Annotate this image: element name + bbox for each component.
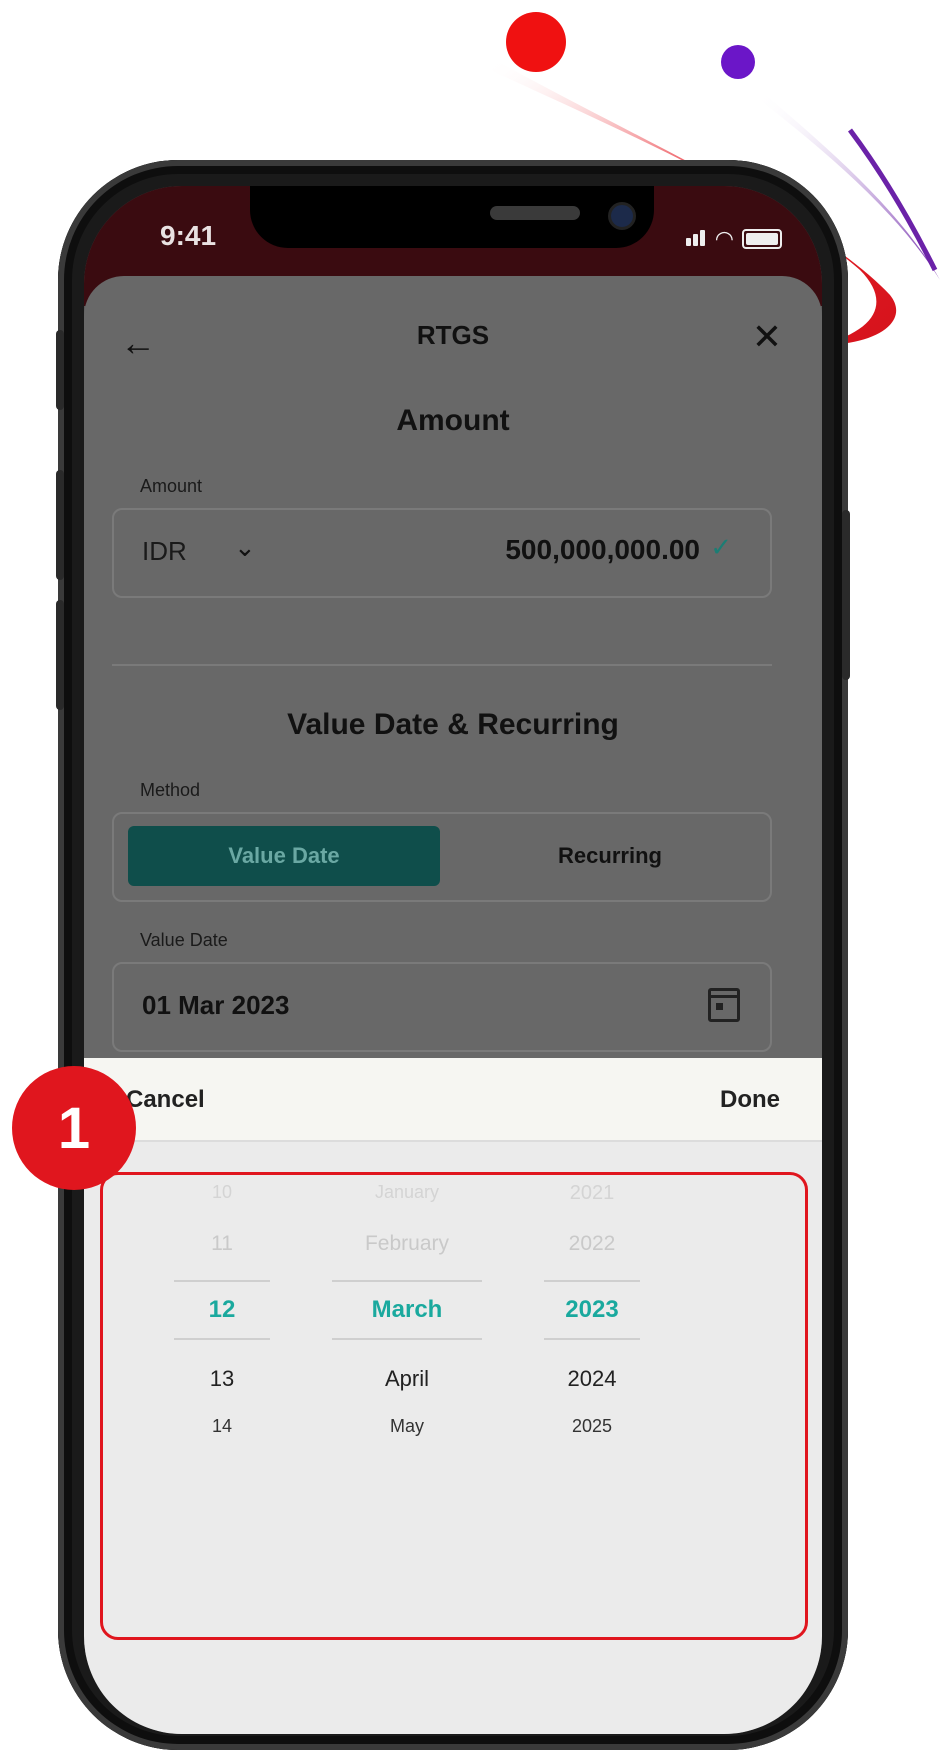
method-value-date-option[interactable]: Value Date: [128, 826, 440, 886]
signal-icon: [685, 226, 707, 252]
amount-value[interactable]: 500,000,000.00: [505, 534, 700, 566]
notch: [250, 186, 654, 248]
amount-field[interactable]: IDR ⌄ 500,000,000.00 ✓: [112, 508, 772, 598]
status-time: 9:41: [160, 220, 217, 251]
currency-value[interactable]: IDR: [142, 536, 187, 567]
section-divider: [112, 664, 772, 666]
volume-up-button: [56, 470, 64, 580]
value-date-value: 01 Mar 2023: [142, 990, 290, 1020]
picker-toolbar: Cancel Done: [84, 1058, 822, 1142]
cancel-button[interactable]: Cancel: [126, 1086, 205, 1114]
annotation-highlight-box: [100, 1172, 808, 1640]
value-date-label: Value Date: [140, 930, 228, 950]
chevron-down-icon[interactable]: ⌄: [234, 532, 256, 563]
status-icons: ◠: [685, 226, 782, 252]
calendar-icon[interactable]: [708, 988, 740, 1022]
mute-switch: [56, 330, 64, 410]
speaker: [490, 206, 580, 220]
step-number-badge: 1: [12, 1066, 136, 1190]
amount-label: Amount: [140, 476, 203, 496]
battery-icon: [742, 229, 782, 249]
method-label: Method: [140, 780, 201, 800]
volume-down-button: [56, 600, 64, 710]
close-icon[interactable]: ✕: [752, 316, 782, 358]
camera: [608, 202, 636, 230]
done-button[interactable]: Done: [720, 1086, 780, 1114]
value-date-section-title: Value Date & Recurring: [287, 708, 619, 741]
header: ← RTGS ✕: [84, 316, 822, 366]
check-icon: ✓: [710, 532, 732, 562]
value-date-field[interactable]: 01 Mar 2023: [112, 962, 772, 1052]
method-segmented-control: Value Date Recurring: [112, 812, 772, 902]
amount-section-title: Amount: [396, 404, 510, 437]
wifi-icon: ◠: [714, 226, 734, 251]
method-recurring-option[interactable]: Recurring: [454, 826, 766, 886]
page-title: RTGS: [416, 320, 490, 350]
power-button: [842, 510, 850, 680]
